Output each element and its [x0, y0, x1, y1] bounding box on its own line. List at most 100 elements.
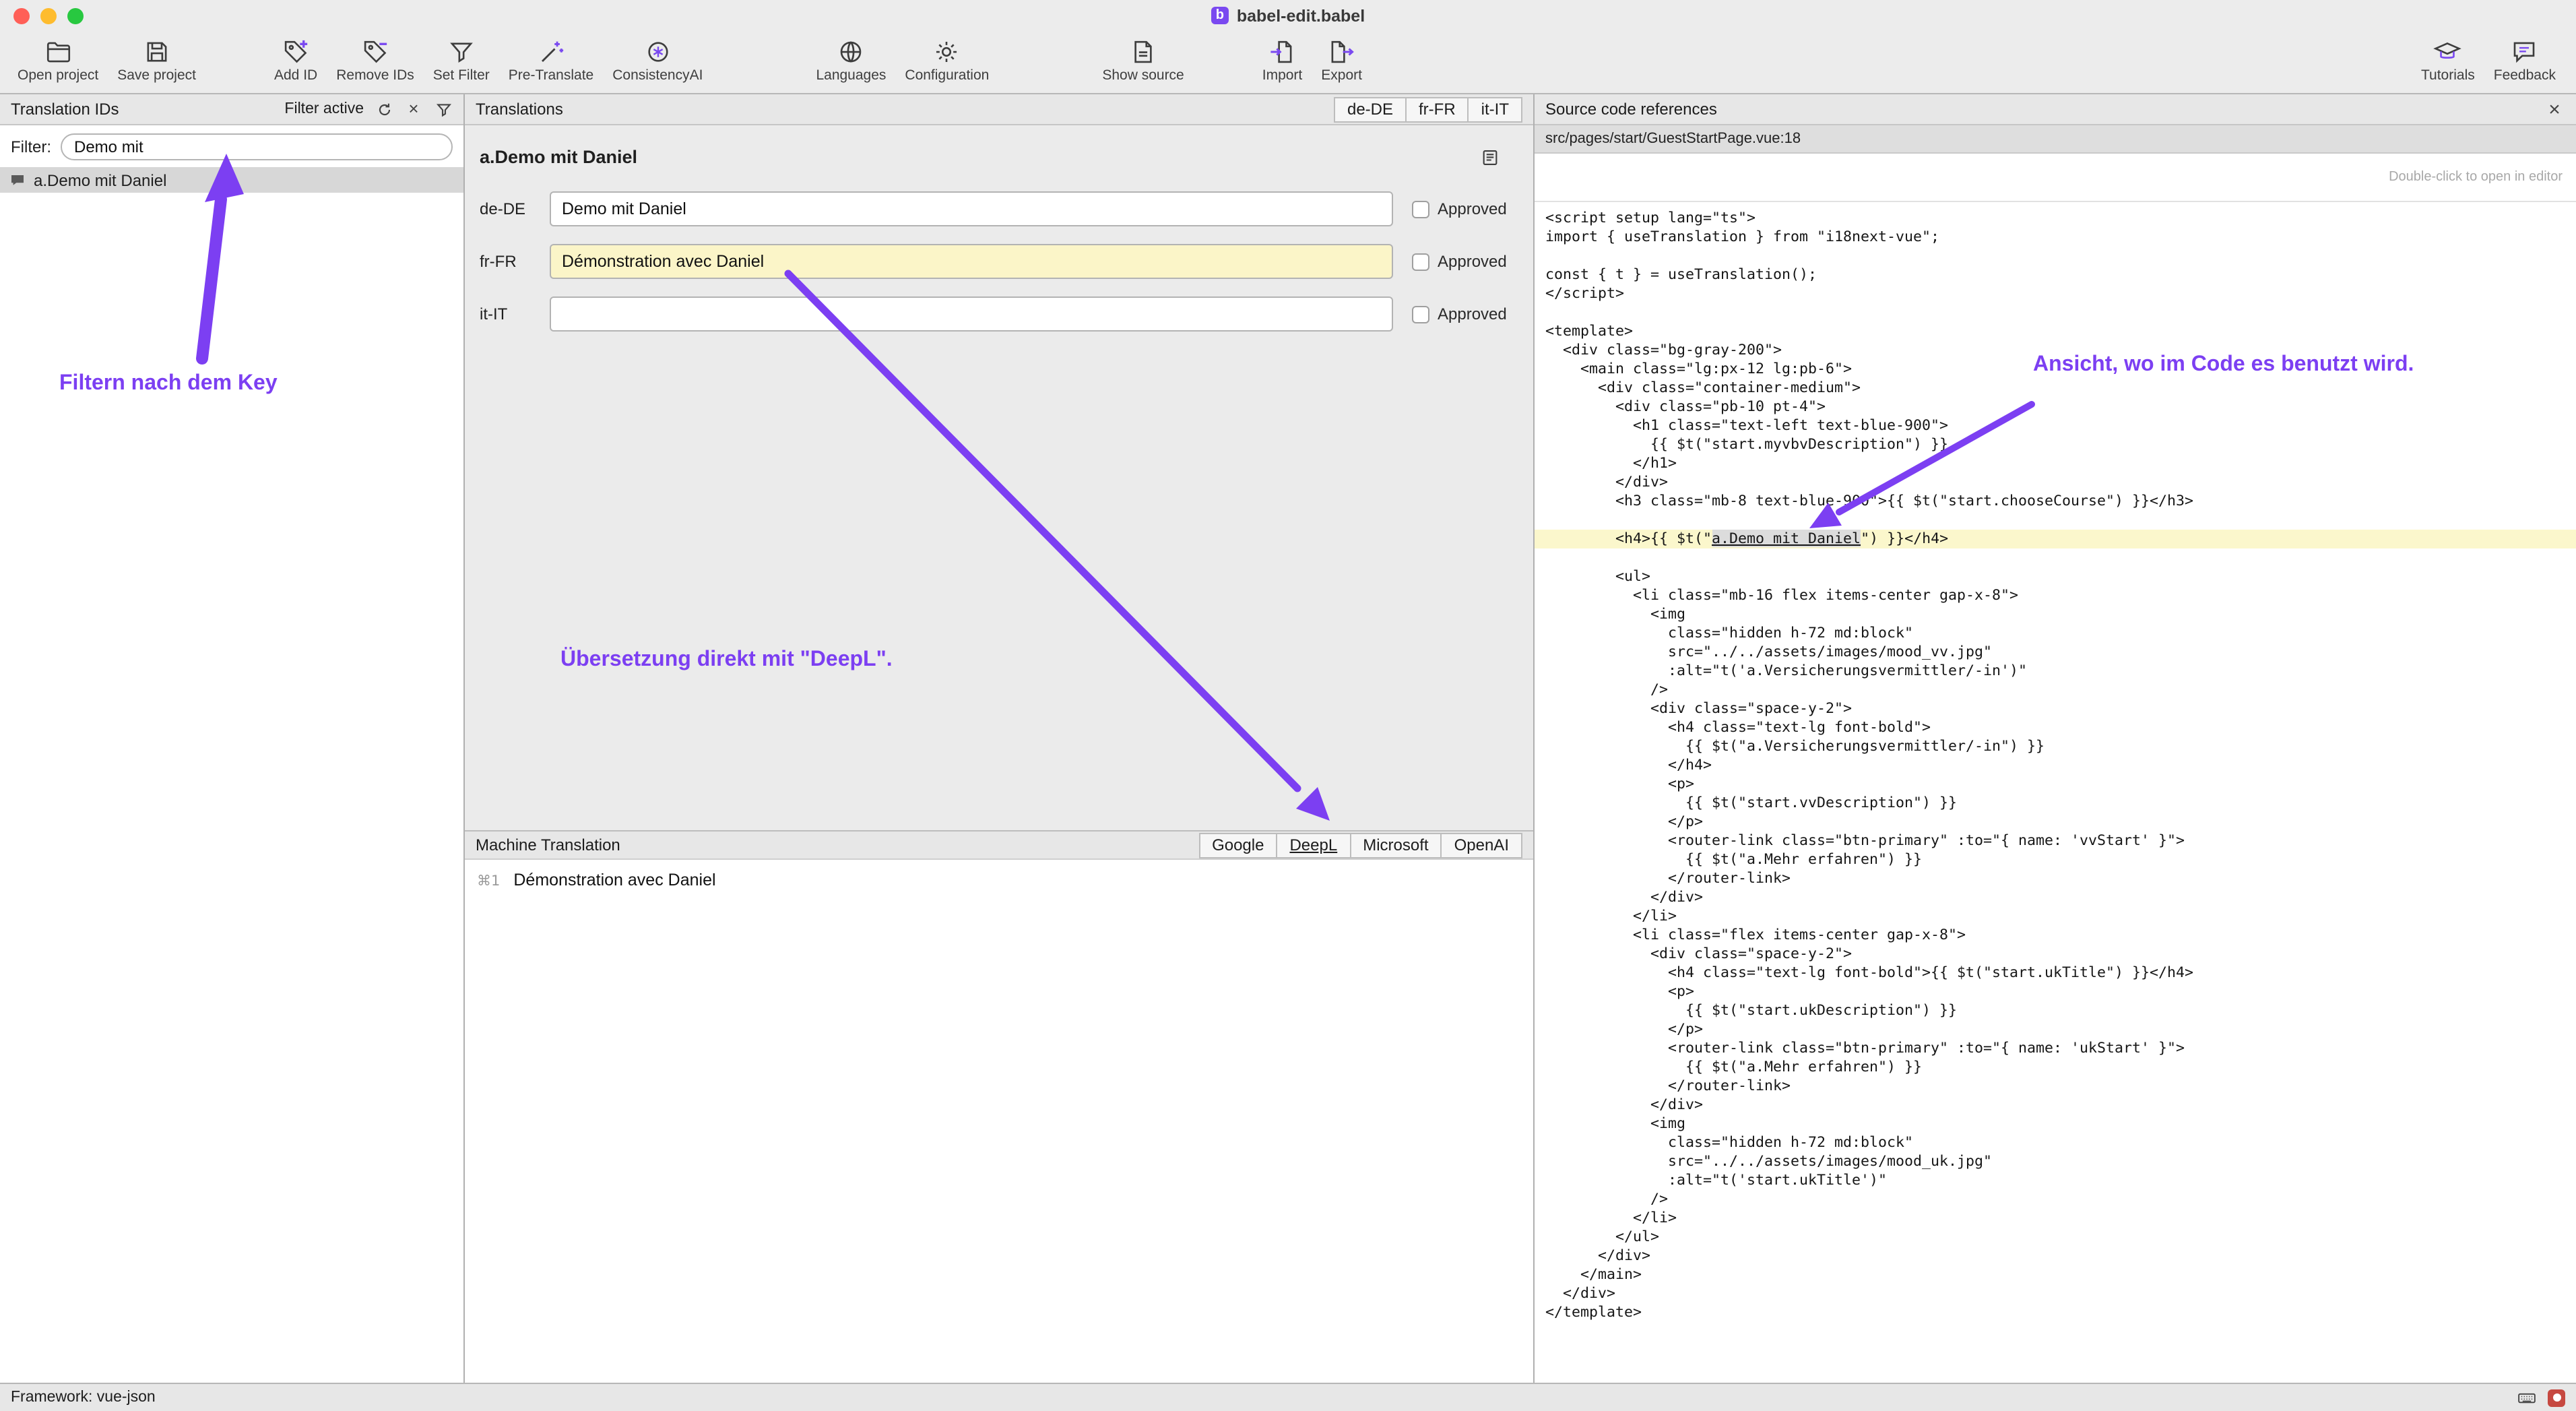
globe-icon: [836, 36, 866, 66]
code-line: </div>: [1535, 1284, 2576, 1303]
translations-panel: Translations de-DEfr-FRit-IT a.Demo mit …: [465, 94, 1535, 1383]
machine-translation-results: ⌘1 Démonstration avec Daniel: [465, 860, 1533, 1383]
zoom-window-button[interactable]: [67, 7, 84, 24]
close-panel-icon[interactable]: ×: [2544, 98, 2565, 121]
comment-note-icon[interactable]: [1481, 148, 1500, 166]
language-label: fr-FR: [480, 252, 550, 271]
code-line: </p>: [1535, 1020, 2576, 1039]
mt-suggestion[interactable]: ⌘1 Démonstration avec Daniel: [465, 860, 1533, 889]
code-line: <ul>: [1535, 567, 2576, 586]
filter-row: Filter:: [0, 125, 463, 167]
tool-label: Add ID: [274, 67, 317, 84]
status-bar-right: [2517, 1387, 2565, 1408]
tab-de-DE[interactable]: de-DE: [1335, 98, 1405, 121]
tutorials-button[interactable]: Tutorials: [2412, 32, 2484, 84]
clear-filter-icon[interactable]: ×: [404, 100, 423, 119]
refresh-filter-icon[interactable]: [375, 100, 393, 119]
code-line: <img: [1535, 605, 2576, 624]
code-line: <li class="mb-16 flex items-center gap-x…: [1535, 586, 2576, 605]
funnel-icon: [447, 36, 476, 66]
minimize-window-button[interactable]: [40, 7, 57, 24]
feedback-button[interactable]: Feedback: [2484, 32, 2565, 84]
approved-checkbox-fr-FR[interactable]: [1412, 253, 1429, 270]
approved-label: Approved: [1438, 305, 1507, 323]
open-project-button[interactable]: Open project: [8, 32, 108, 84]
tool-label: ConsistencyAI: [612, 67, 703, 84]
code-line: </ul>: [1535, 1228, 2576, 1247]
code-line: </router-link>: [1535, 1077, 2576, 1096]
keyboard-icon[interactable]: [2517, 1387, 2537, 1408]
code-line: {{ $t("a.Mehr erfahren") }}: [1535, 850, 2576, 869]
translation-input-it-IT[interactable]: [550, 296, 1393, 332]
translations-header: Translations de-DEfr-FRit-IT: [465, 94, 1533, 125]
translation-input-fr-FR[interactable]: [550, 244, 1393, 279]
tool-label: Save project: [117, 67, 196, 84]
tool-label: Tutorials: [2421, 67, 2475, 84]
pre-translate-button[interactable]: Pre-Translate: [499, 32, 603, 84]
mt-provider-deepl[interactable]: DeepL: [1276, 834, 1349, 856]
languages-button[interactable]: Languages: [806, 32, 895, 84]
code-line: {{ $t("a.Mehr erfahren") }}: [1535, 1058, 2576, 1077]
approved-checkbox-it-IT[interactable]: [1412, 305, 1429, 323]
status-bar: Framework: vue-json: [0, 1383, 2576, 1411]
export-icon: [1327, 36, 1357, 66]
toolbar-group: Languages Configuration: [806, 32, 998, 84]
import-icon: [1268, 36, 1297, 66]
tool-label: Feedback: [2494, 67, 2556, 84]
code-line: <p>: [1535, 982, 2576, 1001]
translation-row-fr-FR: fr-FRApproved: [480, 244, 1518, 279]
tab-fr-FR[interactable]: fr-FR: [1405, 98, 1468, 121]
titlebar: b babel-edit.babel: [0, 0, 2576, 31]
code-line: <h3 class="mb-8 text-blue-900">{{ $t("st…: [1535, 492, 2576, 511]
translation-id-list: a.Demo mit Daniel: [0, 167, 463, 1383]
mt-shortcut: ⌘1: [477, 873, 500, 889]
code-line: [1535, 511, 2576, 530]
code-line: <router-link class="btn-primary" :to="{ …: [1535, 1039, 2576, 1058]
mt-provider-openai[interactable]: OpenAI: [1441, 834, 1521, 856]
language-label: it-IT: [480, 305, 550, 323]
filter-funnel-icon[interactable]: [434, 100, 453, 119]
tool-label: Pre-Translate: [509, 67, 593, 84]
translation-id-item[interactable]: a.Demo mit Daniel: [0, 167, 463, 193]
mt-provider-google[interactable]: Google: [1200, 834, 1276, 856]
add-id-button[interactable]: Add ID: [265, 32, 327, 84]
file-reference-bar[interactable]: src/pages/start/GuestStartPage.vue:18: [1535, 125, 2576, 154]
code-line: <div class="pb-10 pt-4">: [1535, 398, 2576, 416]
remove-ids-button[interactable]: Remove IDs: [327, 32, 424, 84]
code-line: </h4>: [1535, 756, 2576, 775]
import-button[interactable]: Import: [1253, 32, 1312, 84]
machine-translation-bar: Machine Translation GoogleDeepLMicrosoft…: [465, 830, 1533, 860]
code-line: [1535, 247, 2576, 265]
code-line: </h1>: [1535, 454, 2576, 473]
record-status-icon[interactable]: [2548, 1389, 2565, 1406]
translation-id-label: a.Demo mit Daniel: [34, 170, 166, 189]
code-line: [1535, 548, 2576, 567]
tool-label: Configuration: [905, 67, 989, 84]
mt-title: Machine Translation: [476, 836, 620, 854]
filter-input[interactable]: [61, 133, 453, 160]
show-source-button[interactable]: Show source: [1093, 32, 1193, 84]
app-logo-icon: b: [1211, 7, 1229, 24]
save-icon: [142, 36, 172, 66]
save-project-button[interactable]: Save project: [108, 32, 205, 84]
annotation-deepl-note: Übersetzung direkt mit "DeepL".: [560, 648, 893, 672]
set-filter-button[interactable]: Set Filter: [424, 32, 499, 84]
editor-hint-row: Double-click to open in editor: [1535, 154, 2576, 202]
translation-ids-header: Translation IDs Filter active ×: [0, 94, 463, 125]
mt-providers: GoogleDeepLMicrosoftOpenAI: [1198, 832, 1522, 858]
approved-checkbox-de-DE[interactable]: [1412, 200, 1429, 218]
toolbar-right: Tutorials Feedback: [2412, 32, 2565, 84]
consistency-ai-button[interactable]: ConsistencyAI: [603, 32, 712, 84]
app-window: b babel-edit.babel Open project Save proj…: [0, 0, 2576, 1411]
export-button[interactable]: Export: [1312, 32, 1372, 84]
configuration-button[interactable]: Configuration: [895, 32, 998, 84]
tab-it-IT[interactable]: it-IT: [1468, 98, 1521, 121]
translation-ids-panel: Translation IDs Filter active × Filter:: [0, 94, 465, 1383]
code-line: <router-link class="btn-primary" :to="{ …: [1535, 832, 2576, 850]
language-label: de-DE: [480, 199, 550, 218]
mt-provider-microsoft[interactable]: Microsoft: [1349, 834, 1440, 856]
filter-label: Filter:: [11, 137, 51, 156]
close-window-button[interactable]: [13, 7, 30, 24]
wand-icon: [536, 36, 566, 66]
translation-input-de-DE[interactable]: [550, 191, 1393, 226]
